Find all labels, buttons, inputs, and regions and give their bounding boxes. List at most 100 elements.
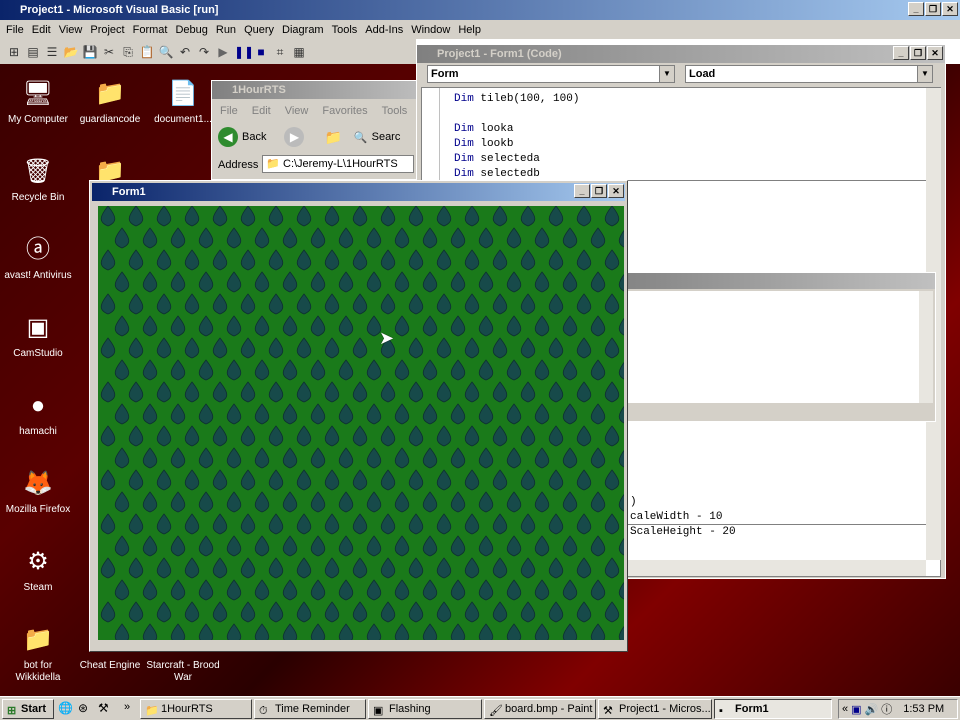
redo-icon[interactable]: ↷ xyxy=(196,44,212,60)
project-explorer-icon[interactable]: ⌗ xyxy=(272,44,288,60)
menu-item-edit[interactable]: Edit xyxy=(30,24,57,36)
desktop-icon[interactable]: ⓐ avast! Antivirus xyxy=(0,234,76,282)
desktop-icon[interactable]: 📁 bot for Wikkidella xyxy=(0,624,76,684)
add-form-icon[interactable]: ▤ xyxy=(25,44,41,60)
copy-icon[interactable]: ⎘ xyxy=(120,44,136,60)
menu-item-format[interactable]: Format xyxy=(131,24,174,36)
immediate-scrollbar[interactable] xyxy=(919,291,933,403)
folder-icon: 📁 xyxy=(266,158,280,170)
object-combo[interactable]: Form ▼ xyxy=(427,65,675,83)
desktop-icon-image: ⚙ xyxy=(27,548,49,575)
form1-maximize-button[interactable]: ❐ xyxy=(591,184,607,198)
break-icon[interactable]: ❚❚ xyxy=(234,44,254,60)
form1-title: Form1 xyxy=(112,186,146,198)
search-label[interactable]: Searc xyxy=(372,131,401,143)
taskbar-button-label: 1HourRTS xyxy=(161,703,213,715)
address-field[interactable]: 📁 C:\Jeremy-L\1HourRTS xyxy=(262,155,414,173)
forest-tile-map[interactable] xyxy=(98,206,624,640)
taskbar-button[interactable]: 🖌 board.bmp - Paint xyxy=(484,699,596,719)
chevron-down-icon[interactable]: ▼ xyxy=(659,66,674,82)
start-icon[interactable]: ▶ xyxy=(215,44,231,60)
quick-launch-more-icon[interactable]: » xyxy=(124,701,130,713)
desktop-icon[interactable]: 📁 guardiancode xyxy=(72,78,148,126)
forest-map[interactable] xyxy=(98,206,624,640)
menu-item-view[interactable]: View xyxy=(57,24,89,36)
code-title-bar: Project1 - Form1 (Code) _ ❐ ✕ xyxy=(417,45,945,63)
desktop-icon-label: Cheat Engine xyxy=(79,660,141,671)
desktop-icon[interactable]: 🗑 Recycle Bin xyxy=(0,156,76,204)
mouse-cursor-icon: ➤ xyxy=(379,328,395,348)
menu-item-query[interactable]: Query xyxy=(242,24,280,36)
minimize-button[interactable]: _ xyxy=(908,2,924,16)
add-project-icon[interactable]: ⊞ xyxy=(6,44,22,60)
taskbar-button-label: Project1 - Micros... xyxy=(619,703,711,715)
taskbar-button[interactable]: ⚒ Project1 - Micros... xyxy=(598,699,712,719)
menu-item-diagram[interactable]: Diagram xyxy=(280,24,330,36)
code-close-button[interactable]: ✕ xyxy=(927,46,943,60)
close-button[interactable]: ✕ xyxy=(942,2,958,16)
back-button[interactable]: ◀ Back ▶ 📁 🔍 Searc xyxy=(218,127,400,147)
object-combo-value: Form xyxy=(431,68,459,80)
explorer-window[interactable]: 1HourRTS File Edit View Favorites Tools ◀ Ba… xyxy=(211,80,431,180)
explorer-menu-edit[interactable]: Edit xyxy=(252,105,271,117)
immediate-window[interactable] xyxy=(600,272,936,422)
menu-editor-icon[interactable]: ☰ xyxy=(44,44,60,60)
tray-info-icon[interactable]: ⓘ xyxy=(881,701,892,717)
form1-minimize-button[interactable]: _ xyxy=(574,184,590,198)
form1-close-button[interactable]: ✕ xyxy=(608,184,624,198)
desktop-icon[interactable]: 🦊 Mozilla Firefox xyxy=(0,468,76,516)
explorer-menu-favorites[interactable]: Favorites xyxy=(322,105,367,117)
menu-item-run[interactable]: Run xyxy=(214,24,242,36)
tray-expand-icon[interactable]: « xyxy=(842,703,848,715)
desktop-icon[interactable]: ▣ CamStudio xyxy=(0,312,76,360)
find-icon[interactable]: 🔍 xyxy=(158,44,174,60)
quick-launch-icon[interactable]: ⊛ xyxy=(78,701,88,715)
immediate-content[interactable] xyxy=(603,291,919,403)
code-maximize-button[interactable]: ❐ xyxy=(910,46,926,60)
search-icon[interactable]: 🔍 xyxy=(354,131,368,144)
menu-item-window[interactable]: Window xyxy=(409,24,456,36)
forward-icon[interactable]: ▶ xyxy=(284,127,305,147)
paste-icon[interactable]: 📋 xyxy=(139,44,155,60)
menu-item-project[interactable]: Project xyxy=(88,24,130,36)
menu-item-debug[interactable]: Debug xyxy=(173,24,213,36)
undo-icon[interactable]: ↶ xyxy=(177,44,193,60)
explorer-menu-tools[interactable]: Tools xyxy=(382,105,408,117)
taskbar-button[interactable]: ⏱ Time Reminder xyxy=(254,699,366,719)
end-icon[interactable]: ■ xyxy=(253,44,269,60)
quick-launch-icon[interactable]: ⚒ xyxy=(98,701,109,715)
tray-network-icon[interactable]: ▣ xyxy=(851,703,861,716)
menu-item-tools[interactable]: Tools xyxy=(330,24,364,36)
procedure-combo[interactable]: Load ▼ xyxy=(685,65,933,83)
explorer-menu-view[interactable]: View xyxy=(285,105,309,117)
start-button[interactable]: ⊞ Start xyxy=(2,699,54,719)
desktop-icon[interactable]: 📄 document1... xyxy=(145,78,221,126)
properties-icon[interactable]: ▦ xyxy=(291,44,307,60)
menu-item-help[interactable]: Help xyxy=(456,24,487,36)
explorer-title-bar: 1HourRTS xyxy=(212,81,430,99)
back-label: Back xyxy=(242,131,267,143)
desktop-icon[interactable]: ⚙ Steam xyxy=(0,546,76,594)
desktop-icon[interactable]: 🖥 My Computer xyxy=(0,78,76,126)
tray-volume-icon[interactable]: 🔊 xyxy=(865,703,879,716)
maximize-button[interactable]: ❐ xyxy=(925,2,941,16)
taskbar-button[interactable]: ▣ Flashing xyxy=(368,699,482,719)
cut-icon[interactable]: ✂ xyxy=(101,44,117,60)
explorer-menu: File Edit View Favorites Tools xyxy=(220,105,407,117)
code-line: caleWidth - 10 xyxy=(630,511,723,523)
explorer-menu-file[interactable]: File xyxy=(220,105,238,117)
menu-item-add-ins[interactable]: Add-Ins xyxy=(363,24,409,36)
taskbar-button[interactable]: 📁 1HourRTS xyxy=(140,699,252,719)
desktop-icon[interactable]: ● hamachi xyxy=(0,390,76,438)
quick-launch-ie-icon[interactable]: 🌐 xyxy=(58,701,73,715)
clock[interactable]: 1:53 PM xyxy=(903,703,944,715)
chevron-down-icon[interactable]: ▼ xyxy=(917,66,932,82)
code-minimize-button[interactable]: _ xyxy=(893,46,909,60)
open-icon[interactable]: 📂 xyxy=(63,44,79,60)
up-folder-icon[interactable]: 📁 xyxy=(324,129,341,146)
taskbar-button[interactable]: ▪ Form1 xyxy=(714,699,832,719)
desktop-icon-label: guardiancode xyxy=(79,114,141,125)
menu-item-file[interactable]: File xyxy=(4,24,30,36)
save-icon[interactable]: 💾 xyxy=(82,44,98,60)
taskbar-app-icon: 🖌 xyxy=(489,705,503,717)
